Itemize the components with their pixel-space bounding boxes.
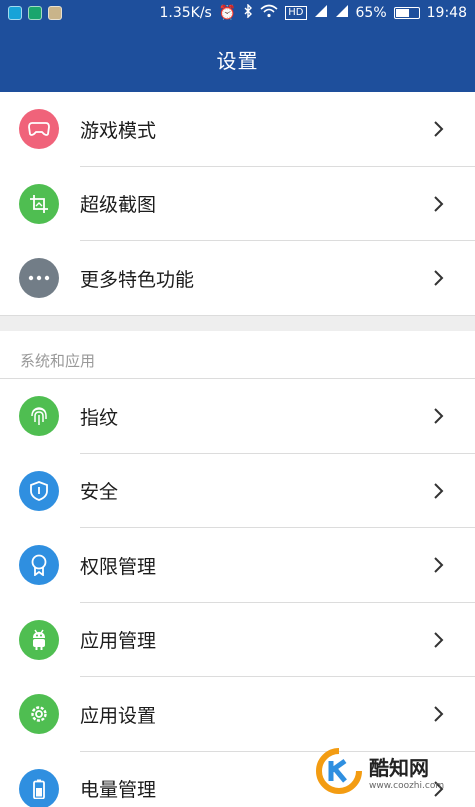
list-item-more-features[interactable]: 更多特色功能 — [0, 241, 475, 316]
badge-icon — [19, 545, 59, 586]
list-item-security[interactable]: 安全 — [0, 454, 475, 528]
list-item-label: 更多特色功能 — [80, 268, 195, 291]
more-icon — [19, 258, 59, 299]
list-item-label: 应用设置 — [80, 704, 157, 727]
list-item-label: 游戏模式 — [80, 119, 157, 142]
watermark-logo-icon — [316, 748, 362, 794]
list-item-label: 超级截图 — [80, 194, 157, 217]
fingerprint-icon — [19, 396, 59, 437]
chevron-right-icon — [434, 483, 444, 499]
signal-icon-2 — [335, 4, 349, 22]
page-title: 设置 — [216, 48, 259, 73]
status-bar-indicators: 1.35K/s ⏰ HD 65% 19:48 — [159, 3, 467, 22]
list-item-label: 应用管理 — [80, 630, 157, 653]
chevron-right-icon — [434, 270, 444, 286]
gear-icon — [19, 694, 59, 735]
clock: 19:48 — [426, 5, 467, 21]
chevron-right-icon — [434, 557, 444, 573]
app-icon-3 — [48, 6, 62, 20]
section-header: 系统和应用 — [0, 331, 475, 379]
chevron-right-icon — [434, 121, 444, 137]
list-item-fingerprint[interactable]: 指纹 — [0, 379, 475, 454]
watermark-text-group: 酷知网 www.coozhi.com — [363, 752, 444, 791]
list-item-label: 指纹 — [80, 406, 119, 429]
battery-icon — [393, 7, 420, 19]
chevron-right-icon — [434, 408, 444, 424]
app-icon-2 — [28, 6, 42, 20]
list-item-app-management[interactable]: 应用管理 — [0, 603, 475, 677]
list-item-permissions[interactable]: 权限管理 — [0, 528, 475, 603]
list-item-label: 电量管理 — [80, 779, 157, 802]
screenshot-icon — [19, 183, 59, 224]
app-header: 设置 — [0, 26, 475, 92]
section-title: 系统和应用 — [20, 352, 96, 370]
battery-icon — [19, 768, 59, 807]
chevron-right-icon — [434, 706, 444, 722]
battery-percent: 65% — [355, 5, 387, 21]
watermark: 酷知网 www.coozhi.com — [315, 741, 465, 801]
watermark-text: 酷知网 — [369, 755, 429, 780]
alarm-icon: ⏰ — [218, 5, 237, 21]
feature-list: 游戏模式 超级截图 更多特色功能 — [0, 92, 475, 316]
shield-icon — [19, 470, 59, 511]
bluetooth-icon — [243, 3, 253, 22]
list-item-label: 权限管理 — [80, 555, 157, 578]
chevron-right-icon — [434, 632, 444, 648]
watermark-url: www.coozhi.com — [369, 780, 445, 791]
section-gap — [0, 315, 475, 331]
status-bar: 1.35K/s ⏰ HD 65% 19:48 — [0, 0, 475, 26]
network-speed: 1.35K/s — [159, 5, 212, 21]
list-item-label: 安全 — [80, 481, 119, 504]
app-icon-1 — [8, 6, 22, 20]
hd-badge: HD — [285, 6, 307, 20]
wifi-icon — [260, 4, 278, 22]
chevron-right-icon — [434, 196, 444, 212]
signal-icon — [314, 4, 328, 22]
android-icon — [19, 619, 59, 660]
list-item-super-screenshot[interactable]: 超级截图 — [0, 167, 475, 241]
status-bar-apps — [8, 6, 62, 20]
list-item-game-mode[interactable]: 游戏模式 — [0, 92, 475, 167]
gamepad-icon — [19, 109, 59, 150]
